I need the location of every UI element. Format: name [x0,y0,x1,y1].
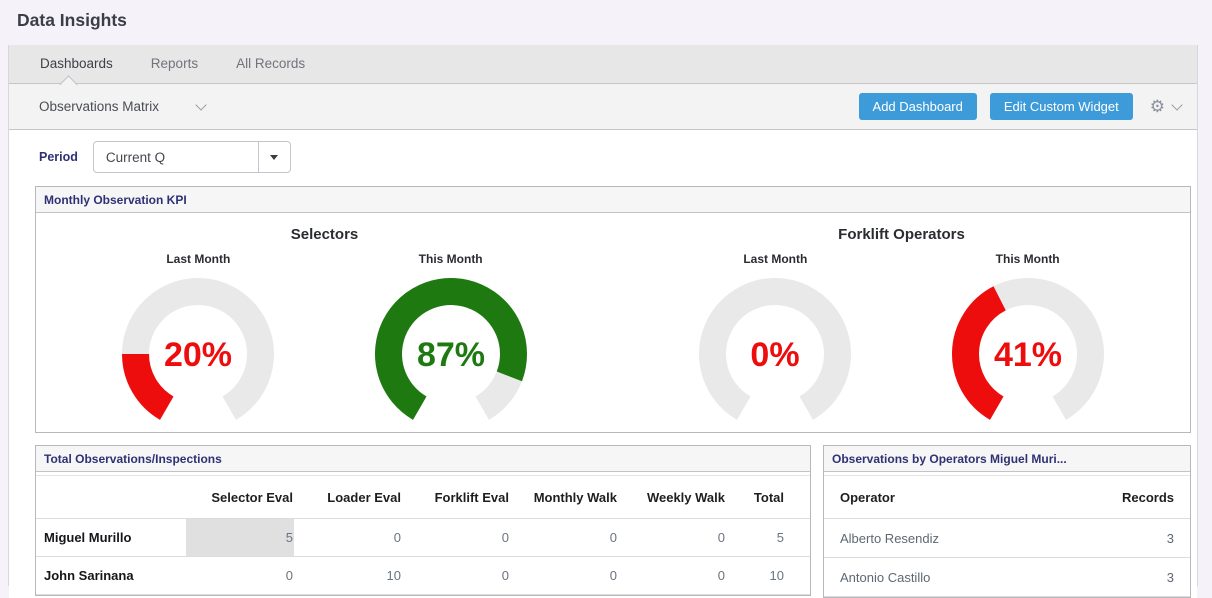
column-header-operator: Operator [824,476,1090,519]
table-header-row: Operator Records [824,476,1190,519]
gauge-selectors-this-month: This Month 87% [361,252,541,429]
chevron-down-icon [1171,99,1182,110]
gauge-chart: 0% [685,274,865,429]
chevron-down-icon [195,99,206,110]
gauge-label: This Month [938,252,1118,266]
dashboard-settings-menu[interactable]: ⚙ [1150,98,1181,115]
monthly-observation-kpi-panel: Monthly Observation KPI Selectors Last M… [35,186,1191,433]
page-title: Data Insights [17,10,127,31]
column-header [36,476,186,519]
cell[interactable]: 10 [294,557,402,595]
dashboard-toolbar: Observations Matrix Add Dashboard Edit C… [9,84,1197,130]
period-combobox[interactable]: Current Q [93,141,291,173]
tab-bar: Dashboards Reports All Records [9,45,1197,84]
list-item: Alberto Resendiz 3 [824,519,1190,558]
column-header-loader-eval: Loader Eval [294,476,402,519]
dashboard-selector[interactable]: Observations Matrix [39,99,205,114]
cell[interactable]: 0 [294,519,402,557]
cell-total[interactable]: 10 [726,557,810,595]
cell[interactable]: 0 [402,557,510,595]
svg-text:41%: 41% [994,336,1062,374]
cell[interactable]: 0 [618,557,726,595]
table-row: John Sarinana 0 10 0 0 0 10 [36,557,810,595]
period-dropdown-button[interactable] [258,142,290,172]
gauge-chart: 87% [361,274,541,429]
cell-selected[interactable]: 5 [186,519,294,557]
column-header-records: Records [1090,476,1190,519]
column-header-forklift-eval: Forklift Eval [402,476,510,519]
kpi-group-forklift-operators: Forklift Operators Last Month 0% This Mo… [613,213,1190,432]
gauge-selectors-last-month: Last Month 20% [108,252,288,429]
gauge-chart: 41% [938,274,1118,429]
svg-text:87%: 87% [417,336,485,374]
tab-reports[interactable]: Reports [132,45,217,83]
gear-icon: ⚙ [1150,98,1165,115]
tab-dashboards[interactable]: Dashboards [21,45,132,83]
table-header-row: Selector Eval Loader Eval Forklift Eval … [36,476,810,519]
cell-total[interactable]: 5 [726,519,810,557]
row-name: Miguel Murillo [36,519,186,557]
gauge-chart: 20% [108,274,288,429]
operator-records: 3 [1090,558,1190,597]
observations-panel-title: Total Observations/Inspections [36,446,810,472]
svg-text:0%: 0% [751,336,800,374]
operator-name: Antonio Castillo [824,558,1090,597]
period-value: Current Q [94,142,258,172]
add-dashboard-button[interactable]: Add Dashboard [859,93,977,120]
gauge-label: Last Month [685,252,865,266]
operators-panel-title: Observations by Operators Miguel Muri... [824,446,1190,472]
operator-name: Alberto Resendiz [824,519,1090,558]
gauge-label: Last Month [108,252,288,266]
cell[interactable]: 0 [510,557,618,595]
gauge-label: This Month [361,252,541,266]
operators-table: Operator Records Alberto Resendiz 3 Anto… [824,475,1190,597]
dashboard-selector-value: Observations Matrix [39,99,159,114]
svg-text:20%: 20% [164,336,232,374]
observations-by-operators-panel: Observations by Operators Miguel Muri...… [823,445,1191,598]
table-row: Miguel Murillo 5 0 0 0 0 5 [36,519,810,557]
list-item: Antonio Castillo 3 [824,558,1190,597]
row-name: John Sarinana [36,557,186,595]
total-observations-panel: Total Observations/Inspections Selector … [35,445,811,596]
gauge-forklift-last-month: Last Month 0% [685,252,865,429]
app-container: Dashboards Reports All Records Observati… [8,45,1198,586]
column-header-weekly-walk: Weekly Walk [618,476,726,519]
cell[interactable]: 0 [618,519,726,557]
caret-down-icon [270,155,278,160]
column-header-total: Total [726,476,810,519]
kpi-group-title: Forklift Operators [613,226,1190,243]
column-header-monthly-walk: Monthly Walk [510,476,618,519]
dashboard-content: Period Current Q Monthly Observation KPI… [9,141,1197,598]
toolbar-actions: Add Dashboard Edit Custom Widget ⚙ [859,93,1181,120]
period-label: Period [39,150,78,164]
observations-table: Selector Eval Loader Eval Forklift Eval … [36,475,810,595]
column-header-selector-eval: Selector Eval [186,476,294,519]
cell[interactable]: 0 [510,519,618,557]
gauge-forklift-this-month: This Month 41% [938,252,1118,429]
kpi-panel-body: Selectors Last Month 20% This Month 87% … [36,213,1190,432]
operator-records: 3 [1090,519,1190,558]
edit-custom-widget-button[interactable]: Edit Custom Widget [990,93,1133,120]
cell[interactable]: 0 [186,557,294,595]
bottom-panels: Total Observations/Inspections Selector … [35,445,1191,598]
period-filter-row: Period Current Q [39,141,1197,173]
tab-all-records[interactable]: All Records [217,45,324,83]
kpi-group-selectors: Selectors Last Month 20% This Month 87% [36,213,613,432]
cell[interactable]: 0 [402,519,510,557]
kpi-group-title: Selectors [36,226,613,243]
kpi-panel-title: Monthly Observation KPI [36,187,1190,213]
